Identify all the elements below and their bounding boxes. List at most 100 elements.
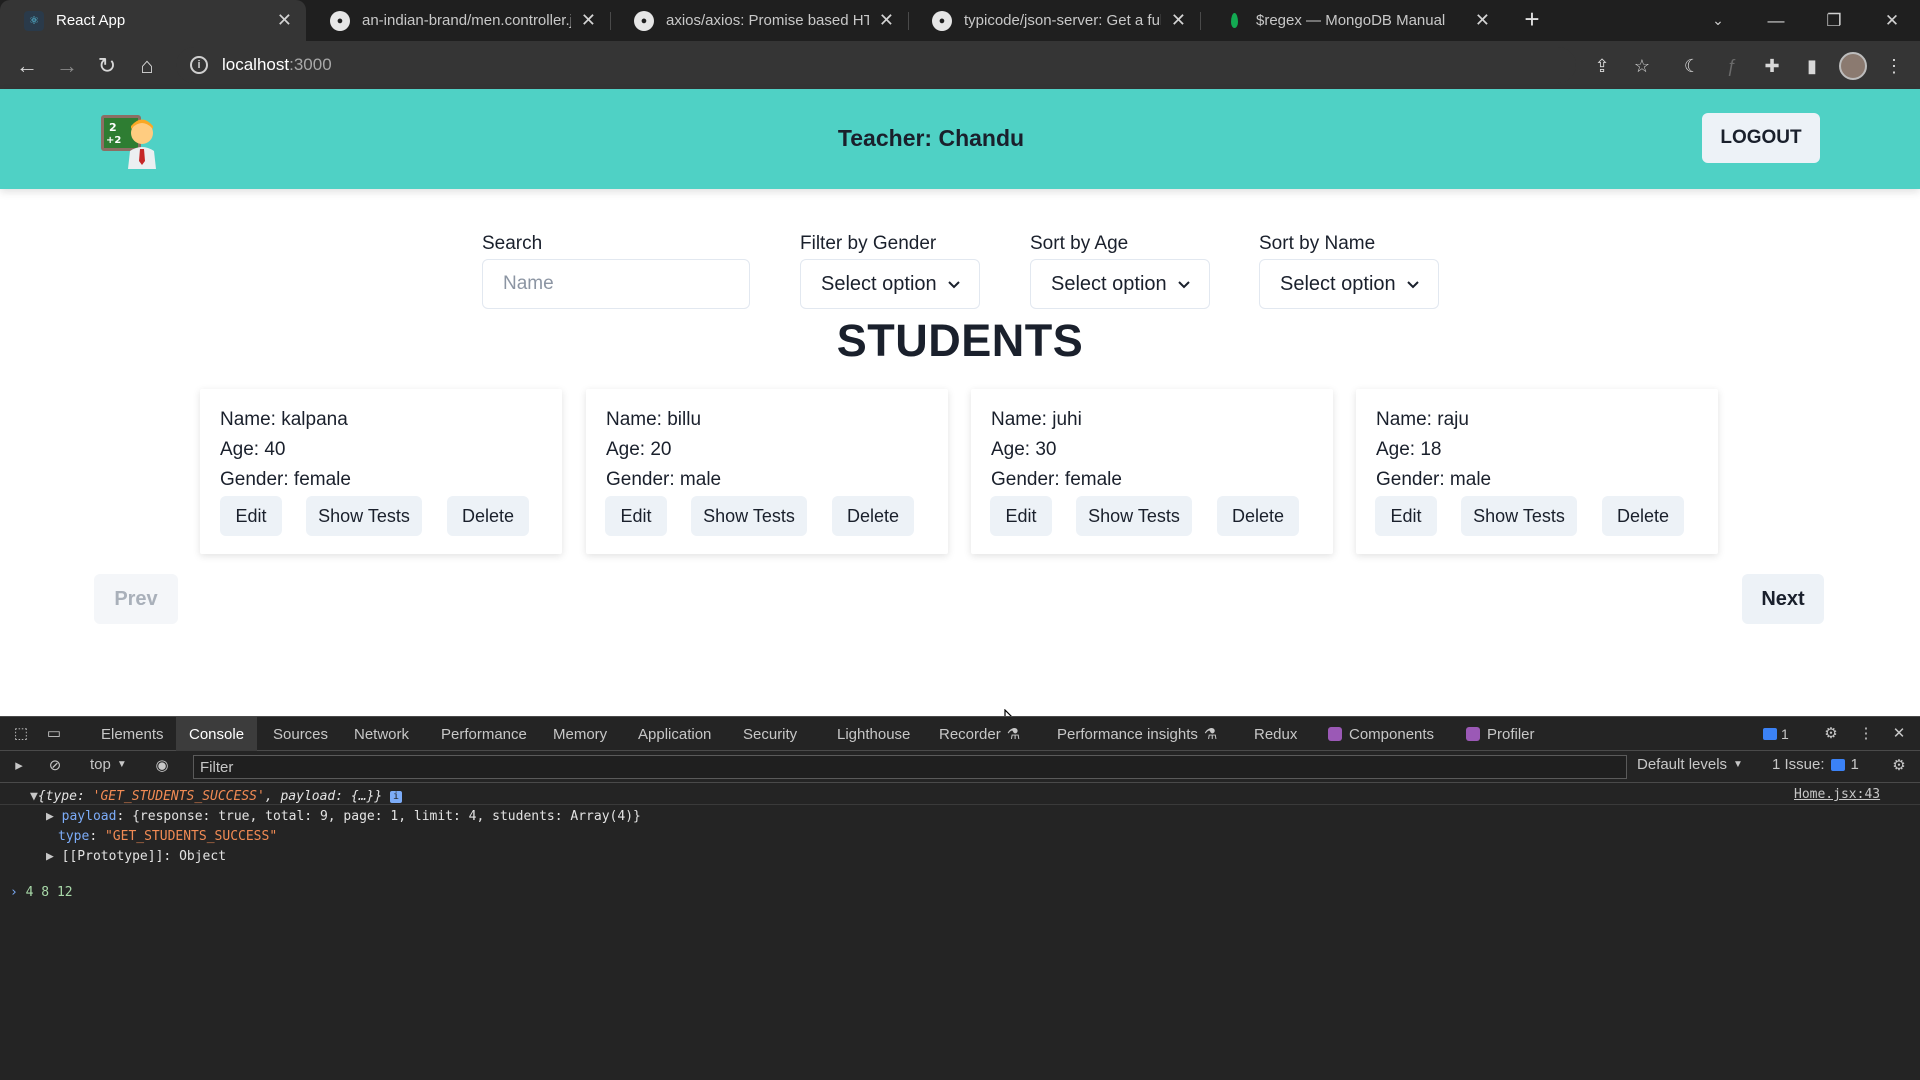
console-settings-gear-icon[interactable]: ⚙: [1888, 756, 1910, 776]
logout-button[interactable]: LOGOUT: [1702, 113, 1820, 163]
teacher-name: Teacher: Chandu: [837, 125, 1025, 151]
issues-button[interactable]: 1 Issue: 1: [1772, 756, 1859, 773]
browser-tab-axios[interactable]: ● axios/axios: Promise based HTTP ✕: [610, 0, 908, 41]
log-levels-select[interactable]: Default levels ▼: [1637, 756, 1743, 773]
info-icon: i: [390, 790, 403, 803]
device-toolbar-icon[interactable]: ▭: [43, 724, 65, 744]
url-port: :3000: [289, 55, 332, 74]
bookmark-star-icon[interactable]: ☆: [1630, 54, 1654, 78]
message-count-badge[interactable]: 1: [1757, 724, 1795, 744]
message-icon: [1763, 728, 1777, 740]
tab-memory[interactable]: Memory: [540, 717, 620, 751]
tab-sources[interactable]: Sources: [260, 717, 341, 751]
minimize-button[interactable]: —: [1748, 0, 1804, 41]
close-tab-icon[interactable]: ✕: [1475, 10, 1490, 31]
sidebar-toggle-icon[interactable]: ▸: [8, 756, 30, 776]
tab-network[interactable]: Network: [341, 717, 422, 751]
close-window-button[interactable]: ✕: [1864, 0, 1920, 41]
student-name: Name: billu: [606, 409, 702, 430]
site-info-icon[interactable]: i: [190, 56, 208, 74]
tab-recorder[interactable]: Recorder ⚗: [926, 717, 1033, 751]
reload-icon[interactable]: ↻: [92, 51, 122, 81]
chevron-down-icon: [1407, 281, 1419, 289]
extension-icon[interactable]: ƒ: [1720, 54, 1744, 78]
tab-application[interactable]: Application: [625, 717, 724, 751]
browser-tab-strip: ⚛ React App ✕ ● an-indian-brand/men.cont…: [0, 0, 1920, 41]
show-tests-button[interactable]: Show Tests: [306, 496, 422, 536]
prev-page-button[interactable]: Prev: [94, 574, 178, 624]
edit-button[interactable]: Edit: [1375, 496, 1437, 536]
show-tests-button[interactable]: Show Tests: [1076, 496, 1192, 536]
gender-filter-value: Select option: [821, 272, 937, 295]
inspect-element-icon[interactable]: ⬚: [10, 724, 32, 744]
tab-performance[interactable]: Performance: [428, 717, 540, 751]
issue-icon: [1830, 758, 1845, 771]
context-select[interactable]: top ▼: [90, 756, 127, 773]
tab-components-label: Components: [1349, 725, 1435, 743]
close-tab-icon[interactable]: ✕: [879, 10, 894, 31]
log-entry-summary[interactable]: ▼{type: 'GET_STUDENTS_SUCCESS', payload:…: [30, 789, 403, 804]
tab-recorder-label: Recorder: [939, 725, 1001, 743]
tab-title: React App: [56, 12, 126, 29]
delete-button[interactable]: Delete: [832, 496, 914, 536]
side-panel-icon[interactable]: ▮: [1800, 54, 1824, 78]
address-bar[interactable]: i localhost :3000: [176, 47, 1576, 83]
edit-button[interactable]: Edit: [990, 496, 1052, 536]
new-tab-button[interactable]: +: [1518, 6, 1546, 34]
profile-avatar[interactable]: [1839, 52, 1867, 80]
issues-label: 1 Issue:: [1772, 756, 1825, 773]
tab-redux[interactable]: Redux: [1241, 717, 1310, 751]
edit-button[interactable]: Edit: [605, 496, 667, 536]
delete-button[interactable]: Delete: [447, 496, 529, 536]
clear-console-icon[interactable]: ⊘: [44, 756, 66, 776]
search-input[interactable]: [482, 259, 750, 309]
log-payload-line[interactable]: ▶ payload: {response: true, total: 9, pa…: [46, 809, 641, 824]
browser-tab-men-controller[interactable]: ● an-indian-brand/men.controller.j ✕: [306, 0, 610, 41]
back-icon[interactable]: ←: [12, 51, 42, 81]
show-tests-button[interactable]: Show Tests: [1461, 496, 1577, 536]
extensions-puzzle-icon[interactable]: ✚: [1760, 54, 1784, 78]
next-page-button[interactable]: Next: [1742, 574, 1824, 624]
tab-elements[interactable]: Elements: [88, 717, 177, 751]
close-tab-icon[interactable]: ✕: [277, 10, 292, 31]
tab-performance-insights[interactable]: Performance insights ⚗: [1044, 717, 1230, 751]
close-tab-icon[interactable]: ✕: [1171, 10, 1186, 31]
log-prototype-line[interactable]: ▶ [[Prototype]]: Object: [46, 849, 226, 864]
tab-search-icon[interactable]: ⌄: [1690, 0, 1746, 41]
close-tab-icon[interactable]: ✕: [581, 10, 596, 31]
forward-icon[interactable]: →: [52, 51, 82, 81]
url-host: localhost: [222, 55, 290, 74]
log-source-link[interactable]: Home.jsx:43: [1794, 787, 1880, 802]
delete-button[interactable]: Delete: [1217, 496, 1299, 536]
tab-profiler[interactable]: Profiler: [1453, 717, 1548, 751]
browser-tab-react-app[interactable]: ⚛ React App ✕: [0, 0, 306, 41]
experiment-flask-icon: ⚗: [1006, 726, 1021, 743]
home-icon[interactable]: ⌂: [132, 51, 162, 81]
live-expression-eye-icon[interactable]: ◉: [151, 756, 173, 776]
browser-tab-json-server[interactable]: ● typicode/json-server: Get a full fa ✕: [908, 0, 1200, 41]
dark-mode-icon[interactable]: ☾: [1680, 54, 1704, 78]
devtools-menu-icon[interactable]: ⋮: [1855, 724, 1877, 744]
tab-components[interactable]: Components: [1315, 717, 1447, 751]
delete-button[interactable]: Delete: [1602, 496, 1684, 536]
student-age: Age: 30: [991, 439, 1057, 460]
student-age: Age: 40: [220, 439, 286, 460]
share-icon[interactable]: ⇪: [1590, 54, 1614, 78]
console-row-divider: [0, 804, 1920, 805]
show-tests-button[interactable]: Show Tests: [691, 496, 807, 536]
gender-filter-select[interactable]: Select option: [800, 259, 980, 309]
tab-security[interactable]: Security: [730, 717, 810, 751]
tab-lighthouse[interactable]: Lighthouse: [824, 717, 923, 751]
app-page: 2 +2 Teacher: Chandu LOGOUT Search Filte…: [0, 89, 1920, 730]
restore-button[interactable]: ❐: [1806, 0, 1862, 41]
console-filter-input[interactable]: [193, 755, 1627, 779]
close-devtools-icon[interactable]: ✕: [1888, 724, 1910, 744]
age-sort-select[interactable]: Select option: [1030, 259, 1210, 309]
name-sort-select[interactable]: Select option: [1259, 259, 1439, 309]
settings-gear-icon[interactable]: ⚙: [1820, 724, 1842, 744]
devtools-tab-bar: ⬚ ▭ Elements Console Sources Network Per…: [0, 717, 1920, 751]
edit-button[interactable]: Edit: [220, 496, 282, 536]
browser-tab-mongodb[interactable]: $regex — MongoDB Manual ✕: [1200, 0, 1504, 41]
browser-menu-icon[interactable]: ⋮: [1882, 54, 1906, 78]
tab-console[interactable]: Console: [176, 717, 258, 751]
